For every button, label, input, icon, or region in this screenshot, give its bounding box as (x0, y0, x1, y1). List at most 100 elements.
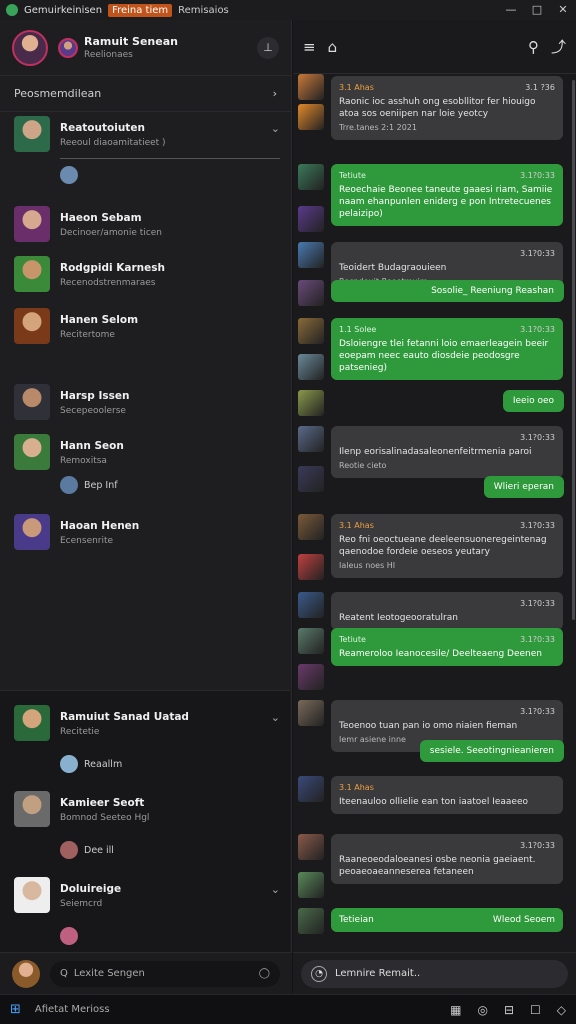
search-icon[interactable]: ⚲ (528, 38, 539, 56)
conversation-name: Hanen Selom (60, 314, 139, 326)
message-footer: Ialeus noes HI (339, 561, 396, 570)
outgoing-message[interactable]: Wlieri eperan (483, 476, 564, 498)
message-text: Ilenp eorisalinadasaleonenfeitrmenia par… (339, 447, 532, 457)
outgoing-message[interactable]: sesiele. Seeotingnieanieren (419, 740, 564, 762)
incoming-message[interactable]: 3.1?0:33 Ilenp eorisalinadasaleonenfeitrm… (331, 426, 563, 478)
outgoing-message[interactable]: Sosolie_ Reeniung Reashan (331, 280, 564, 302)
user-avatar[interactable] (12, 29, 48, 66)
sub-item[interactable]: Bep Inf (60, 476, 118, 494)
message-composer: ◔ Lemnire Remait.. (293, 952, 576, 994)
app-title: Gemuirkeinisen (24, 4, 103, 16)
sender-avatar[interactable] (298, 700, 324, 726)
home-icon[interactable]: ⌂ (328, 38, 338, 56)
conversation-item[interactable]: Haeon Sebam Decinoer/amonie ticen (0, 206, 290, 242)
chevron-down-icon[interactable]: ⌄ (271, 883, 280, 896)
conversation-item[interactable]: Rodgpidi Karnesh Recenodstrenmaraes (0, 256, 290, 292)
section-header[interactable]: Peosmemdilean › (0, 76, 291, 112)
sender-avatar[interactable] (298, 318, 324, 344)
pinned-item[interactable]: Kamieer Seoft Bomnod Seeteo Hgl (0, 791, 290, 827)
conversation-item[interactable]: Haoan Henen Ecensenrite (0, 514, 290, 550)
conversation-item[interactable]: Hanen Selom Recitertome (0, 308, 290, 344)
conversation-name: Rodgpidi Karnesh (60, 262, 165, 274)
conversation-preview: Recitertome (60, 330, 115, 340)
sender-avatar[interactable] (298, 206, 324, 232)
incoming-message[interactable]: 3.1 Ahas 3.1 ?36 Raonic ioc asshuh ong eso… (331, 76, 563, 140)
sender-avatar[interactable] (298, 390, 324, 416)
sender-avatar[interactable] (298, 664, 324, 690)
sender-avatar[interactable] (298, 104, 324, 130)
mini-avatar (60, 841, 78, 859)
sender-avatar[interactable] (298, 514, 324, 540)
title-tag: Freina tiem (108, 3, 173, 17)
conversation-name: Haoan Henen (60, 520, 140, 532)
sender-avatar[interactable] (298, 834, 324, 860)
incoming-message[interactable]: 3.1?0:33 Raaneoeodaloeanesi osbe neonia g… (331, 834, 563, 884)
message-text: Raonic ioc asshuh ong esobllitor fer hio… (339, 97, 536, 119)
sender-avatar[interactable] (298, 908, 324, 934)
profile-action-button[interactable]: ⊥ (257, 36, 279, 59)
outgoing-message[interactable]: Tetieian Wleod Seoem (331, 908, 563, 932)
pinned-sub-item[interactable]: Reaallm (60, 755, 122, 773)
message-text: Reo fni oeoctueane deeleensuoneregeinten… (339, 535, 547, 557)
message-sender: Tetiute (339, 171, 366, 180)
sender-avatar[interactable] (298, 280, 324, 306)
close-button[interactable]: ✕ (550, 0, 576, 20)
taskbar-icon-3[interactable]: ⊟ (504, 1003, 514, 1017)
outgoing-message[interactable]: Tetiute 3.1?0:33 Reoechaie Beonee taneute … (331, 164, 563, 226)
sender-avatar[interactable] (298, 554, 324, 580)
taskbar-icon-4[interactable]: ☐ (530, 1003, 541, 1017)
taskbar-label: Afietat Merioss (34, 1004, 110, 1015)
pinned-item[interactable]: Ramuiut Sanad Uatad Recitetie ⌄ (0, 705, 290, 741)
pinned-item[interactable]: Doluireige Seiemcrd ⌄ (0, 877, 290, 913)
start-button[interactable]: ⊞ (10, 1002, 21, 1017)
conversation-item[interactable]: Reatoutoiuten Reeoul diaoamitatieet ) ⌄ (0, 116, 290, 152)
sender-avatar[interactable] (298, 776, 324, 802)
emoji-icon[interactable]: ◔ (311, 965, 327, 982)
secondary-avatar[interactable] (58, 37, 78, 58)
conversation-item[interactable]: Harsp Issen Secepeoolerse (0, 384, 290, 420)
incoming-message[interactable]: 3.1?0:33 Reatent Ieotogeooratulran (331, 592, 563, 630)
sender-avatar[interactable] (298, 466, 324, 492)
conversation-name: Reatoutoiuten (60, 122, 145, 134)
message-footer: Trre.tanes 2:1 2021 (339, 123, 417, 132)
sender-avatar[interactable] (298, 426, 324, 452)
chevron-down-icon[interactable]: ⌄ (271, 122, 280, 135)
pinned-preview: Recitetie (60, 727, 100, 737)
outgoing-message[interactable]: Ieeio oeo (502, 390, 564, 412)
scrollbar[interactable] (572, 80, 575, 620)
minimize-button[interactable]: — (498, 0, 524, 20)
incoming-message[interactable]: 3.1 Ahas 3.1?0:33 Reo fni oeoctueane deele… (331, 514, 563, 578)
sub-item[interactable] (60, 166, 84, 184)
outgoing-message[interactable]: Tetiute 3.1?0:33 Reameroloo Ieanocesile/ D… (331, 628, 563, 666)
composer-avatar[interactable] (12, 959, 40, 988)
sender-avatar[interactable] (298, 628, 324, 654)
chevron-down-icon[interactable]: ⌄ (271, 711, 280, 724)
share-icon[interactable]: ⤴ (551, 36, 566, 57)
mic-icon[interactable]: ◯ (259, 968, 270, 979)
sender-avatar[interactable] (298, 74, 324, 100)
sender-avatar[interactable] (298, 872, 324, 898)
conversation-item[interactable]: Hann Seon Remoxitsa (0, 434, 290, 470)
maximize-button[interactable]: □ (524, 0, 550, 20)
taskbar-icon-2[interactable]: ◎ (477, 1003, 487, 1017)
contact-avatar (14, 116, 50, 152)
search-input[interactable]: Q Lexite Sengen ◯ (50, 960, 280, 987)
menu-icon[interactable]: ≡ (303, 38, 316, 56)
pinned-sub-item[interactable] (60, 927, 84, 945)
sub-item-label: Bep Inf (84, 479, 118, 491)
outgoing-message[interactable]: 1.1 Solee 3.1?0:33 Dsloiengre tlei fetanni… (331, 318, 563, 380)
message-left-text: Tetieian (339, 915, 374, 925)
message-input[interactable]: ◔ Lemnire Remait.. (301, 959, 568, 988)
message-text: Reameroloo Ieanocesile/ Deelteaeng Deene… (339, 649, 542, 659)
taskbar-icon-5[interactable]: ◇ (557, 1003, 566, 1017)
taskbar-icon-1[interactable]: ▦ (450, 1003, 461, 1017)
pinned-conversation-list: Ramuiut Sanad Uatad Recitetie ⌄ Kamieer Seo… (0, 690, 290, 974)
sender-avatar[interactable] (298, 354, 324, 380)
pinned-sub-item[interactable]: Dee ill (60, 841, 114, 859)
conversation-preview: Secepeoolerse (60, 406, 126, 416)
incoming-message[interactable]: 3.1 Ahas Iteenauloo ollielie ean ton iaat… (331, 776, 563, 814)
sender-avatar[interactable] (298, 242, 324, 268)
sender-avatar[interactable] (298, 592, 324, 618)
sender-avatar[interactable] (298, 164, 324, 190)
message-time: 3.1?0:33 (520, 521, 555, 530)
